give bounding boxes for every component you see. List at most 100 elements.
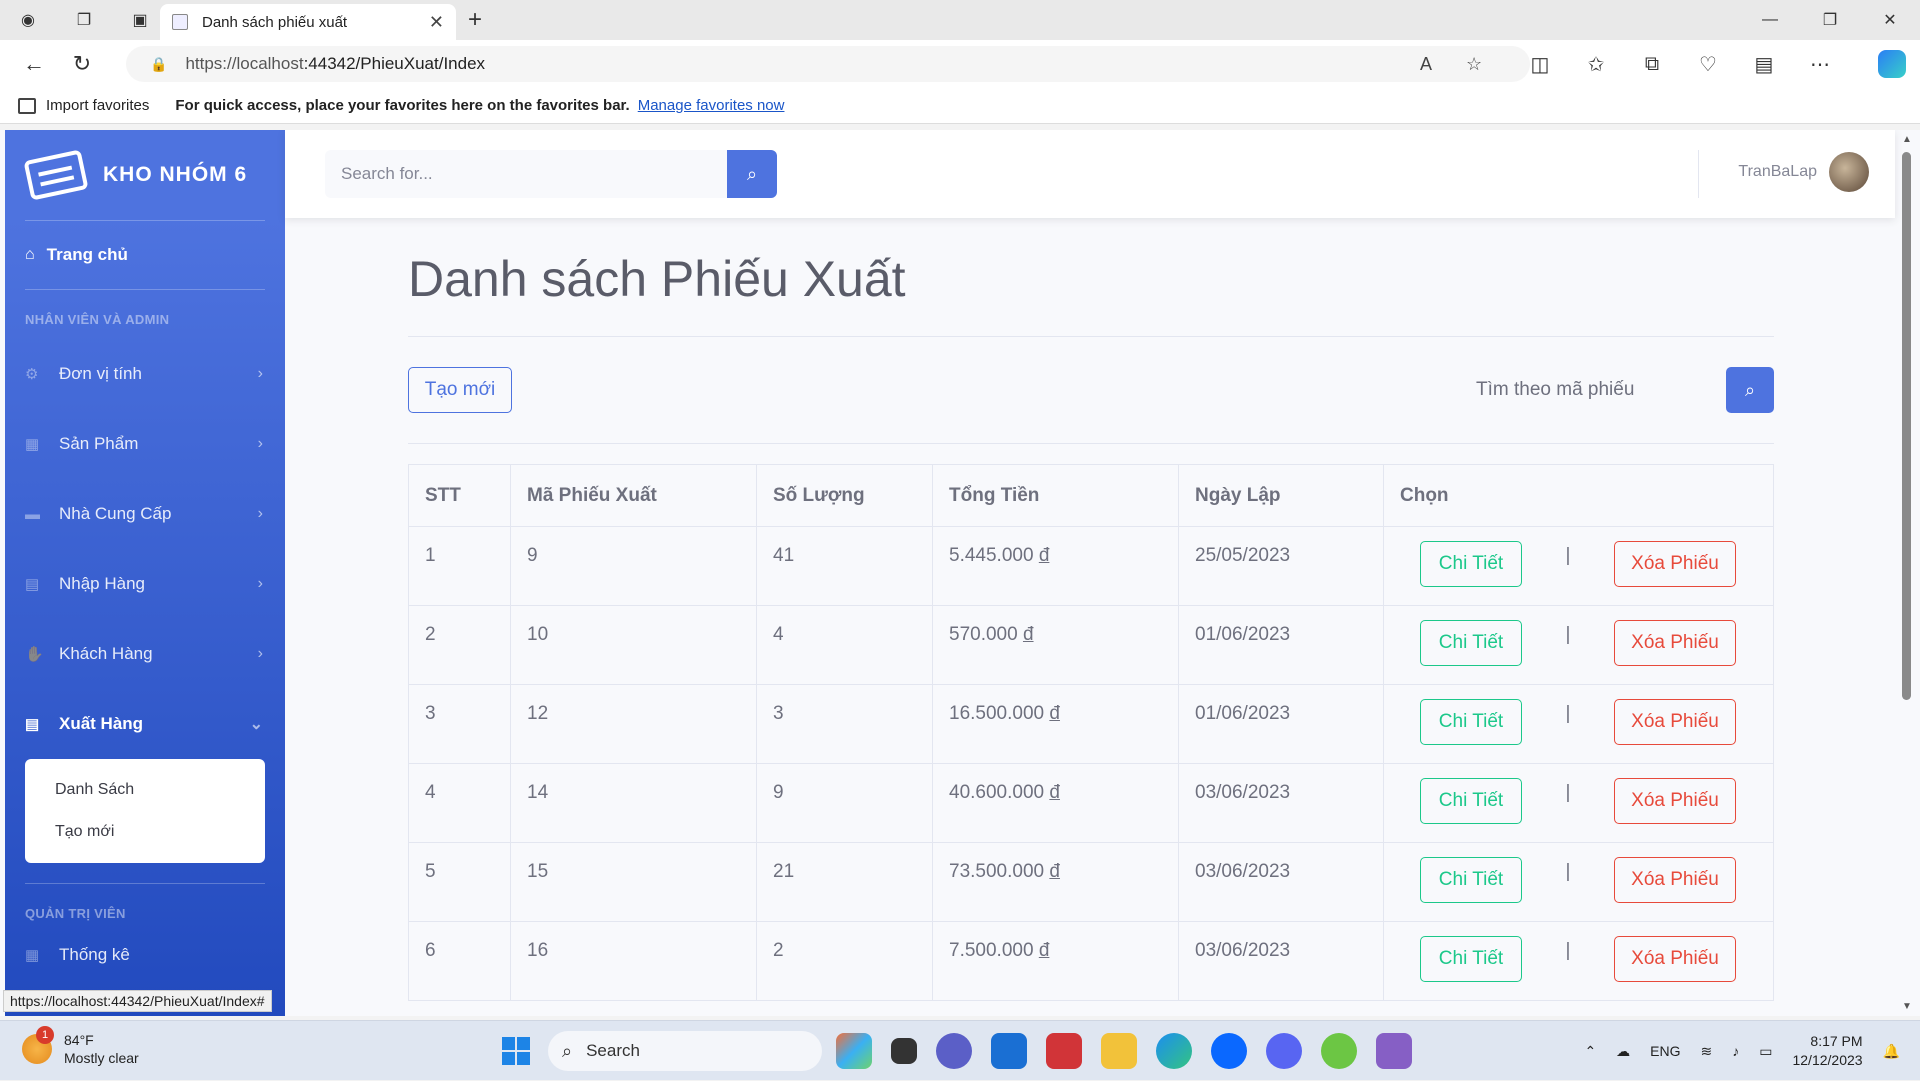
tab-actions-icon[interactable]: ▣ bbox=[120, 0, 160, 40]
sidebar-item-home[interactable]: ⌂ Trang chủ bbox=[5, 221, 285, 289]
copilot-app-icon[interactable] bbox=[836, 1033, 872, 1069]
new-tab-icon[interactable]: + bbox=[468, 6, 482, 34]
refresh-icon[interactable]: ↻ bbox=[60, 42, 104, 86]
language-indicator[interactable]: ENG bbox=[1650, 1043, 1680, 1059]
file-import-icon: ▤ bbox=[25, 576, 40, 593]
discord-icon[interactable] bbox=[1266, 1033, 1302, 1069]
back-icon[interactable]: ← bbox=[12, 42, 56, 86]
sidebar-item-export[interactable]: ▤ Xuất Hàng ⌄ bbox=[5, 689, 285, 759]
split-screen-icon[interactable]: ◫ bbox=[1512, 52, 1568, 77]
notifications-bell-icon[interactable]: 🔔 bbox=[1883, 1043, 1900, 1060]
chevron-up-icon[interactable]: ⌃ bbox=[1584, 1043, 1596, 1060]
url-field[interactable]: 🔒 https://localhost:44342/PhieuXuat/Inde… bbox=[126, 46, 1530, 82]
delete-button[interactable]: Xóa Phiếu bbox=[1614, 541, 1736, 587]
copilot-icon[interactable] bbox=[1878, 50, 1906, 78]
search-button[interactable]: ⌕ bbox=[727, 150, 777, 198]
more-icon[interactable]: ⋯ bbox=[1792, 52, 1848, 77]
cell-stt: 5 bbox=[408, 842, 511, 922]
find-input[interactable]: Tìm theo mã phiếu bbox=[1466, 367, 1726, 413]
delete-button[interactable]: Xóa Phiếu bbox=[1614, 620, 1736, 666]
workspaces-icon[interactable]: ❐ bbox=[64, 0, 104, 40]
detail-button[interactable]: Chi Tiết bbox=[1420, 541, 1522, 587]
detail-button[interactable]: Chi Tiết bbox=[1420, 620, 1522, 666]
restore-icon[interactable]: ❐ bbox=[1800, 0, 1860, 40]
cell-actions: Chi Tiết | Xóa Phiếu bbox=[1383, 605, 1774, 685]
mail-icon[interactable] bbox=[991, 1033, 1027, 1069]
read-aloud-icon[interactable]: A bbox=[1420, 54, 1432, 75]
close-tab-icon[interactable]: ✕ bbox=[429, 12, 444, 33]
taskbar-apps bbox=[836, 1033, 1412, 1069]
delete-button[interactable]: Xóa Phiếu bbox=[1614, 778, 1736, 824]
teams-icon[interactable] bbox=[936, 1033, 972, 1069]
visual-studio-icon[interactable] bbox=[1376, 1033, 1412, 1069]
detail-button[interactable]: Chi Tiết bbox=[1420, 778, 1522, 824]
chevron-right-icon: › bbox=[257, 365, 263, 382]
favorite-star-icon[interactable]: ☆ bbox=[1466, 54, 1482, 75]
close-window-icon[interactable]: ✕ bbox=[1860, 0, 1920, 40]
time: 8:17 PM bbox=[1810, 1033, 1863, 1049]
file-export-icon: ▤ bbox=[25, 716, 40, 733]
submenu-item-list[interactable]: Danh Sách bbox=[25, 769, 265, 811]
browser-essentials-icon[interactable]: ♡ bbox=[1680, 52, 1736, 77]
battery-icon[interactable]: ▭ bbox=[1759, 1043, 1772, 1060]
delete-button[interactable]: Xóa Phiếu bbox=[1614, 936, 1736, 982]
taskbar-search[interactable]: ⌕ Search bbox=[548, 1031, 822, 1071]
delete-button[interactable]: Xóa Phiếu bbox=[1614, 857, 1736, 903]
taskbar: 1 84°F Mostly clear ⌕ Search ⌃ ☁ ENG ≋ ♪… bbox=[0, 1020, 1920, 1080]
scroll-down-icon[interactable]: ▼ bbox=[1902, 1001, 1912, 1012]
onedrive-icon[interactable]: ☁ bbox=[1616, 1043, 1630, 1060]
file-explorer-icon[interactable] bbox=[1101, 1033, 1137, 1069]
sidebar-heading: QUẢN TRỊ VIÊN bbox=[25, 906, 126, 921]
weather-widget[interactable]: 1 84°F Mostly clear bbox=[22, 1026, 139, 1067]
minimize-icon[interactable]: — bbox=[1740, 0, 1800, 40]
sidebar-item-supplier[interactable]: ▬ Nhà Cung Cấp › bbox=[5, 479, 285, 549]
import-favorites-label: Import favorites bbox=[46, 97, 150, 114]
user-menu[interactable]: TranBaLap bbox=[1738, 152, 1869, 192]
sidebar-item-product[interactable]: ▦ Sản Phẩm › bbox=[5, 409, 285, 479]
lock-icon[interactable]: 🔒 bbox=[150, 56, 167, 73]
table-header-row: STT Mã Phiếu Xuất Số Lượng Tổng Tiền Ngà… bbox=[408, 464, 1774, 527]
import-icon bbox=[18, 97, 36, 114]
collections-icon[interactable]: ⧉ bbox=[1624, 53, 1680, 76]
sidebar-item-customer[interactable]: ✋ Khách Hàng › bbox=[5, 619, 285, 689]
page-scrollbar[interactable]: ▲ ▼ bbox=[1900, 130, 1912, 1016]
task-view-icon[interactable] bbox=[891, 1038, 917, 1064]
action-separator: | bbox=[1565, 940, 1571, 961]
git-icon[interactable] bbox=[1321, 1033, 1357, 1069]
edge-icon[interactable] bbox=[1156, 1033, 1192, 1069]
cell-stt: 3 bbox=[408, 684, 511, 764]
scroll-thumb[interactable] bbox=[1902, 152, 1911, 700]
column-header: STT bbox=[408, 464, 511, 527]
tab-title: Danh sách phiếu xuất bbox=[202, 13, 348, 31]
favorites-icon[interactable]: ✩ bbox=[1568, 52, 1624, 77]
browser-tab[interactable]: Danh sách phiếu xuất ✕ bbox=[160, 4, 456, 40]
cell-ma-phieu: 16 bbox=[510, 921, 757, 1001]
manage-favorites-link[interactable]: Manage favorites now bbox=[638, 97, 785, 114]
find-button[interactable]: ⌕ bbox=[1726, 367, 1774, 413]
zalo-icon[interactable] bbox=[1211, 1033, 1247, 1069]
wifi-icon[interactable]: ≋ bbox=[1701, 1043, 1713, 1060]
volume-icon[interactable]: ♪ bbox=[1732, 1043, 1739, 1059]
delete-button[interactable]: Xóa Phiếu bbox=[1614, 699, 1736, 745]
search-input[interactable]: Search for... bbox=[325, 150, 727, 198]
detail-button[interactable]: Chi Tiết bbox=[1420, 699, 1522, 745]
create-new-button[interactable]: Tạo mới bbox=[408, 367, 512, 413]
avatar bbox=[1829, 152, 1869, 192]
sidebar-item-label: Nhà Cung Cấp bbox=[59, 504, 172, 523]
scroll-up-icon[interactable]: ▲ bbox=[1902, 134, 1912, 145]
edge-bar-icon[interactable]: ▤ bbox=[1736, 52, 1792, 77]
store-icon[interactable] bbox=[1046, 1033, 1082, 1069]
clock[interactable]: 8:17 PM 12/12/2023 bbox=[1792, 1032, 1862, 1070]
sidebar-item-unit[interactable]: ⚙ Đơn vị tính › bbox=[5, 339, 285, 409]
detail-button[interactable]: Chi Tiết bbox=[1420, 936, 1522, 982]
submenu-item-create[interactable]: Tạo mới bbox=[25, 811, 265, 853]
detail-button[interactable]: Chi Tiết bbox=[1420, 857, 1522, 903]
cell-tong-tien: 570.000 đ bbox=[932, 605, 1179, 685]
home-icon: ⌂ bbox=[25, 246, 35, 263]
sidebar-item-import[interactable]: ▤ Nhập Hàng › bbox=[5, 549, 285, 619]
import-favorites[interactable]: Import favorites bbox=[18, 97, 149, 114]
start-button[interactable] bbox=[502, 1037, 530, 1065]
sidebar-item-stats[interactable]: ▦ Thống kê bbox=[5, 933, 285, 977]
profile-icon[interactable]: ◉ bbox=[8, 0, 48, 40]
brand[interactable]: KHO NHÓM 6 bbox=[5, 130, 285, 220]
